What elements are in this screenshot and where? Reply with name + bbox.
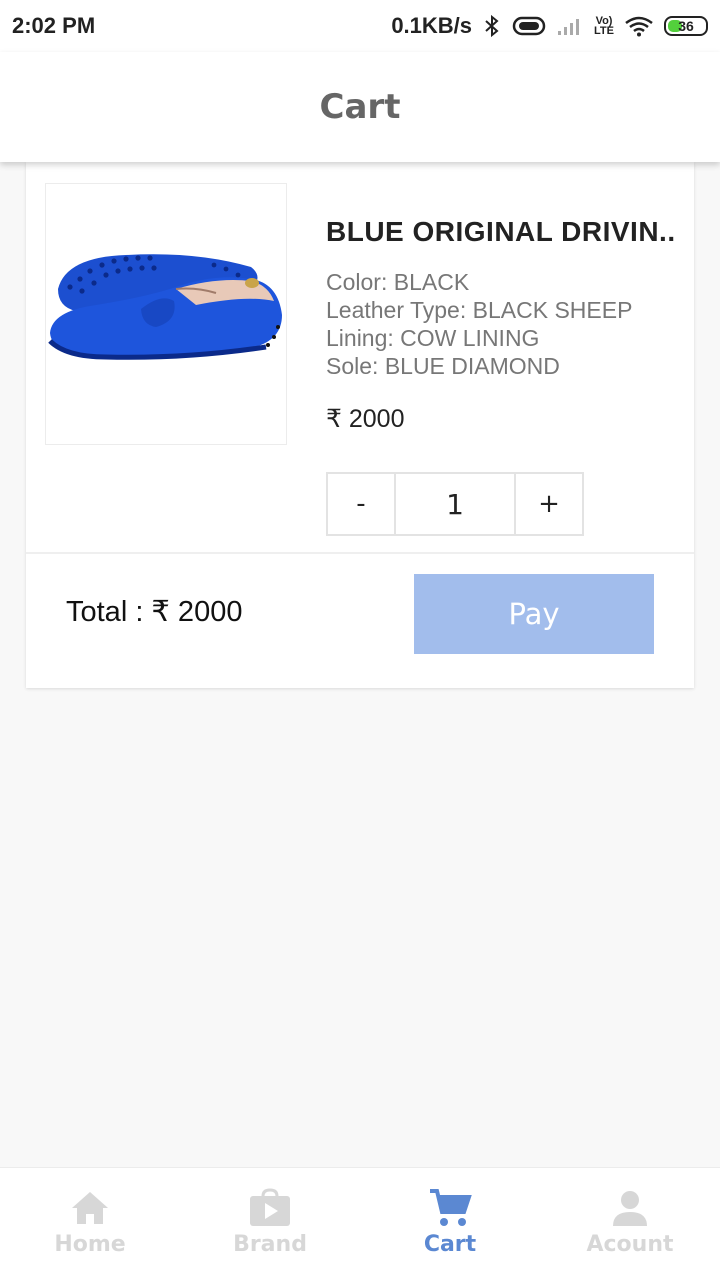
- nav-label-account: Acount: [586, 1232, 674, 1257]
- cart-icon: [430, 1189, 472, 1226]
- vibrate-icon: [512, 15, 546, 37]
- battery-level: 36: [678, 18, 694, 34]
- attribute-leather-type: Leather Type: BLACK SHEEP: [326, 297, 633, 323]
- status-bar: 2:02 PM 0.1KB/s Vo) LTE 36: [0, 0, 720, 52]
- product-attributes: Color: BLACK Leather Type: BLACK SHEEP L…: [326, 268, 676, 380]
- battery-icon: 36: [664, 16, 708, 36]
- attribute-sole: Sole: BLUE DIAMOND: [326, 353, 560, 379]
- bottom-nav: Home Brand Cart Acount: [0, 1167, 720, 1280]
- product-info: BLUE ORIGINAL DRIVIN... Color: BLACK Lea…: [326, 216, 676, 380]
- page-title: Cart: [319, 87, 401, 127]
- nav-item-brand[interactable]: Brand: [180, 1168, 360, 1280]
- shoe-icon: [48, 254, 282, 360]
- home-icon: [72, 1192, 108, 1224]
- app-bar: Cart: [0, 52, 720, 162]
- attribute-color: Color: BLACK: [326, 269, 470, 295]
- product-price: ₹ 2000: [326, 405, 405, 433]
- play-bag-icon: [250, 1188, 290, 1226]
- divider: [26, 552, 694, 554]
- product-image[interactable]: [45, 183, 287, 445]
- signal-icon: [556, 15, 584, 37]
- nav-label-brand: Brand: [233, 1232, 307, 1257]
- nav-item-cart[interactable]: Cart: [360, 1168, 540, 1280]
- status-icons: 0.1KB/s Vo) LTE 36: [391, 13, 708, 39]
- quantity-value: 1: [394, 474, 516, 534]
- nav-item-account[interactable]: Acount: [540, 1168, 720, 1280]
- lte-label: LTE: [594, 25, 614, 37]
- person-icon: [613, 1191, 647, 1226]
- nav-label-home: Home: [54, 1232, 126, 1257]
- volte-icon: Vo) LTE: [594, 16, 614, 37]
- nav-label-cart: Cart: [423, 1232, 477, 1257]
- quantity-stepper: - 1 +: [326, 472, 584, 536]
- nav-item-home[interactable]: Home: [0, 1168, 180, 1280]
- bluetooth-icon: [482, 14, 502, 38]
- network-speed: 0.1KB/s: [391, 13, 473, 38]
- cart-total: Total : ₹ 2000: [66, 596, 243, 628]
- decrease-quantity-button[interactable]: -: [328, 474, 394, 534]
- cart-screen: 2:02 PM 0.1KB/s Vo) LTE 36 Cart BLUE ORI…: [0, 0, 720, 1280]
- pay-button[interactable]: Pay: [414, 574, 654, 654]
- increase-quantity-button[interactable]: +: [516, 474, 582, 534]
- cart-item-card: BLUE ORIGINAL DRIVIN... Color: BLACK Lea…: [26, 162, 694, 688]
- status-time: 2:02 PM: [12, 13, 96, 38]
- wifi-icon: [624, 15, 654, 37]
- attribute-lining: Lining: COW LINING: [326, 325, 540, 351]
- product-name[interactable]: BLUE ORIGINAL DRIVIN...: [326, 216, 676, 248]
